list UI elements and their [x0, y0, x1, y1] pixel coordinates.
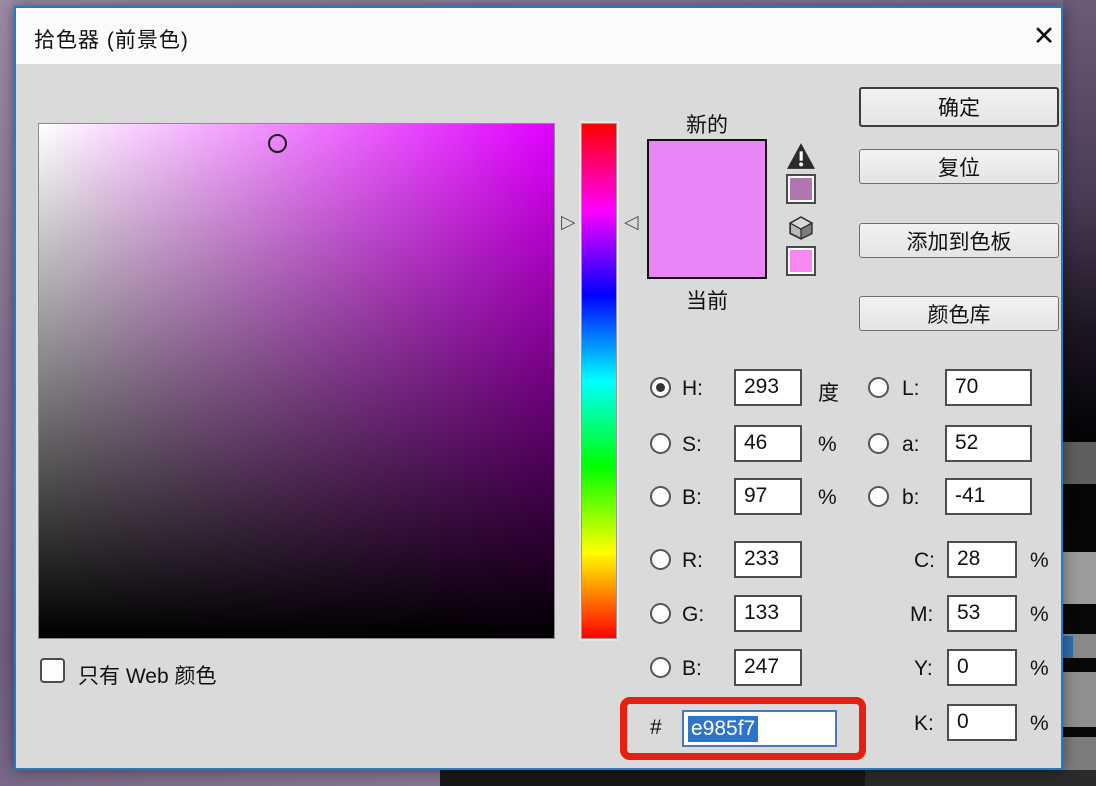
current-color-label: 当前 — [686, 290, 728, 313]
radio-a[interactable] — [868, 433, 889, 454]
radio-g[interactable] — [650, 603, 671, 624]
color-picker-dialog: 拾色器 (前景色) ✕ ▷ ◁ 新的 当前 确定 复位 添加到色板 颜色库 H: — [14, 6, 1063, 770]
l-input[interactable]: 70 — [945, 369, 1032, 406]
titlebar[interactable]: 拾色器 (前景色) ✕ — [16, 8, 1061, 64]
radio-s[interactable] — [650, 433, 671, 454]
a-input[interactable]: 52 — [945, 425, 1032, 462]
r-label: R: — [682, 549, 703, 572]
background-bottom-window — [865, 770, 1096, 786]
reset-button[interactable]: 复位 — [859, 149, 1059, 184]
red-highlight-annotation — [620, 697, 866, 760]
new-color-label: 新的 — [686, 114, 728, 137]
b-input[interactable]: 97 — [734, 478, 802, 515]
lab-b-input[interactable]: -41 — [945, 478, 1032, 515]
background-right-strip — [1063, 0, 1096, 786]
m-input[interactable]: 53 — [947, 595, 1017, 632]
close-icon[interactable]: ✕ — [1024, 16, 1064, 56]
dialog-title: 拾色器 (前景色) — [34, 29, 189, 52]
k-input[interactable]: 0 — [947, 704, 1017, 741]
radio-b2[interactable] — [650, 657, 671, 678]
y-unit: % — [1030, 657, 1049, 680]
gamut-corrected-swatch[interactable] — [786, 174, 816, 204]
g-label: G: — [682, 603, 705, 626]
s-input[interactable]: 46 — [734, 425, 802, 462]
background-panel-fragment — [1063, 672, 1096, 727]
radio-r[interactable] — [650, 549, 671, 570]
s-label: S: — [682, 433, 702, 456]
b-label: B: — [682, 486, 702, 509]
background-panel-fragment — [1063, 636, 1073, 658]
hue-slider-arrow-left-icon[interactable]: ▷ — [561, 213, 576, 232]
color-field-marker[interactable] — [268, 134, 287, 153]
background-bottom-window — [440, 770, 865, 786]
l-label: L: — [902, 377, 920, 400]
background-panel-fragment — [1063, 552, 1096, 604]
color-preview-swatch — [647, 139, 767, 279]
h-unit: 度 — [818, 382, 839, 405]
hue-slider[interactable] — [581, 123, 617, 639]
radio-b[interactable] — [650, 486, 671, 507]
h-label: H: — [682, 377, 703, 400]
ok-button[interactable]: 确定 — [859, 87, 1059, 127]
current-color-swatch[interactable] — [649, 209, 765, 277]
m-unit: % — [1030, 603, 1049, 626]
hue-slider-arrow-right-icon[interactable]: ◁ — [624, 213, 639, 232]
k-label: K: — [914, 712, 934, 735]
lab-b-label: b: — [902, 486, 920, 509]
k-unit: % — [1030, 712, 1049, 735]
r-input[interactable]: 233 — [734, 541, 802, 578]
g-input[interactable]: 133 — [734, 595, 802, 632]
web-only-label: 只有 Web 颜色 — [78, 665, 217, 688]
y-label: Y: — [914, 657, 933, 680]
web-only-checkbox[interactable] — [40, 658, 65, 683]
h-input[interactable]: 293 — [734, 369, 802, 406]
a-label: a: — [902, 433, 920, 456]
saturation-brightness-field[interactable] — [38, 123, 555, 639]
radio-l[interactable] — [868, 377, 889, 398]
radio-lab-b[interactable] — [868, 486, 889, 507]
s-unit: % — [818, 433, 837, 456]
color-libraries-button[interactable]: 颜色库 — [859, 296, 1059, 331]
b-unit: % — [818, 486, 837, 509]
b2-input[interactable]: 247 — [734, 649, 802, 686]
m-label: M: — [910, 603, 934, 626]
web-safe-swatch[interactable] — [786, 246, 816, 276]
new-color-swatch — [649, 141, 765, 209]
y-input[interactable]: 0 — [947, 649, 1017, 686]
c-label: C: — [914, 549, 935, 572]
background-panel-fragment — [1063, 442, 1096, 484]
web-safe-cube-icon[interactable] — [786, 214, 816, 242]
add-to-swatches-button[interactable]: 添加到色板 — [859, 223, 1059, 258]
c-input[interactable]: 28 — [947, 541, 1017, 578]
gamut-warning-icon[interactable] — [786, 142, 816, 170]
c-unit: % — [1030, 549, 1049, 572]
radio-h[interactable] — [650, 377, 671, 398]
b2-label: B: — [682, 657, 702, 680]
